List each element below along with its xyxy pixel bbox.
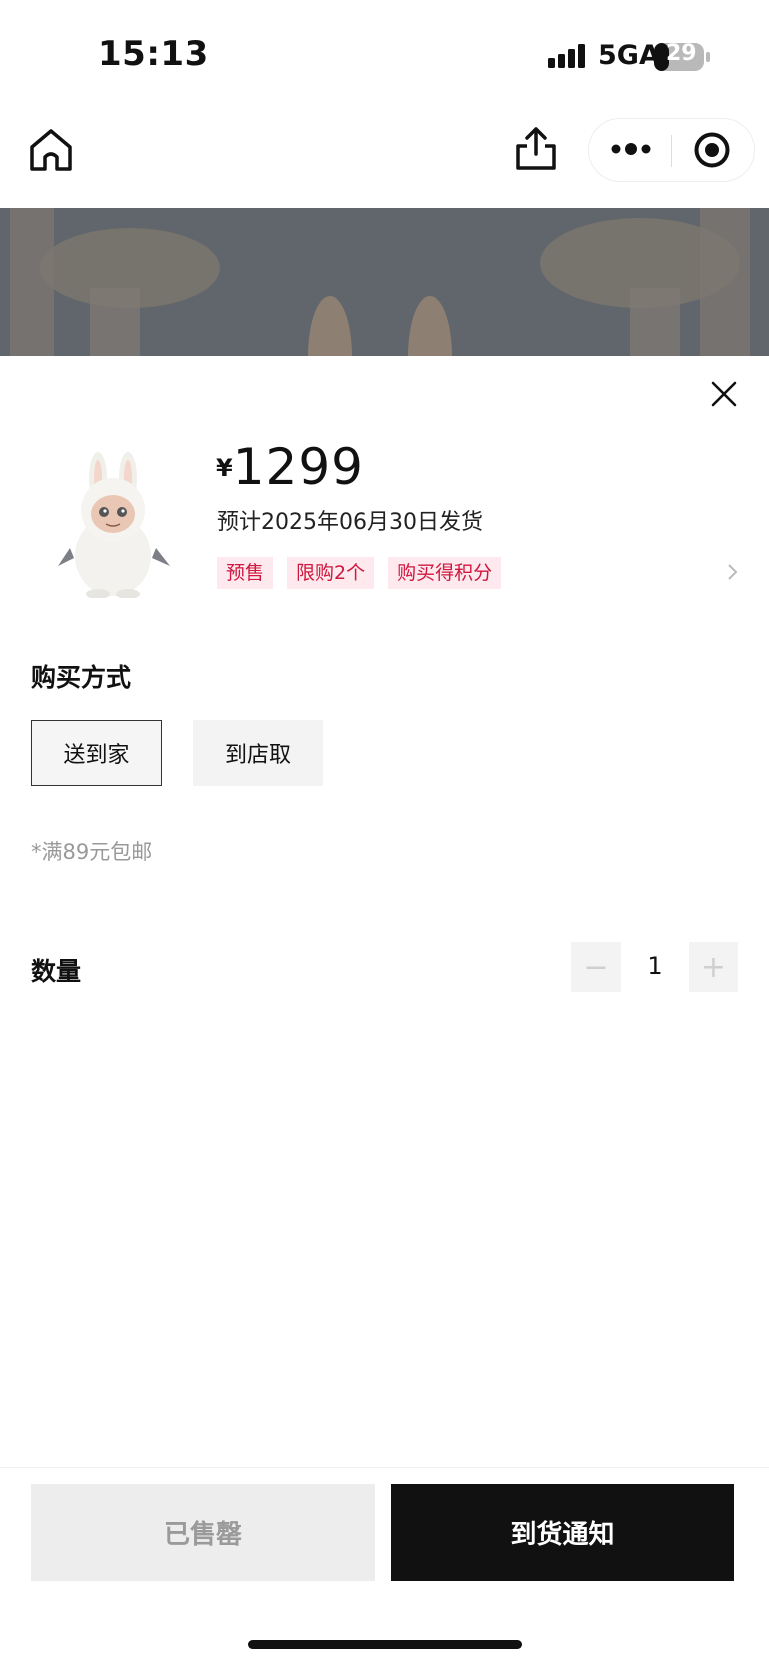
status-bar: 15:13 5GA 29 xyxy=(0,0,769,110)
product-tags: 预售 限购2个 购买得积分 xyxy=(217,557,502,589)
option-store-pickup[interactable]: 到店取 xyxy=(193,720,323,786)
tag-purchase-limit: 限购2个 xyxy=(287,557,375,589)
restock-notify-button[interactable]: 到货通知 xyxy=(391,1484,734,1581)
capsule-divider xyxy=(671,135,672,167)
product-price: ¥1299 xyxy=(216,438,364,496)
price-value: 1299 xyxy=(232,438,364,496)
mini-program-capsule xyxy=(588,118,755,182)
home-indicator[interactable] xyxy=(248,1640,522,1649)
status-time: 15:13 xyxy=(98,34,209,74)
ship-date: 预计2025年06月30日发货 xyxy=(217,510,483,535)
sold-out-button[interactable]: 已售罄 xyxy=(31,1484,375,1581)
quantity-label: 数量 xyxy=(31,957,82,986)
hero-banner-image xyxy=(0,208,769,356)
nav-bar xyxy=(0,110,769,208)
network-label: 5GA xyxy=(598,40,660,71)
quantity-value: 1 xyxy=(647,952,663,980)
signal-icon xyxy=(548,44,585,68)
battery-level: 29 xyxy=(666,41,697,66)
target-icon[interactable] xyxy=(693,131,731,169)
home-icon[interactable] xyxy=(28,127,74,173)
shipping-note: *满89元包邮 xyxy=(31,840,153,864)
purchase-method-title: 购买方式 xyxy=(31,663,132,692)
share-icon[interactable] xyxy=(513,126,559,172)
purchase-sheet: ¥1299 预计2025年06月30日发货 预售 限购2个 购买得积分 购买方式… xyxy=(0,356,769,1665)
quantity-decrease-button[interactable]: − xyxy=(571,942,621,992)
more-icon[interactable] xyxy=(611,139,651,159)
currency-symbol: ¥ xyxy=(216,454,233,482)
option-home-delivery[interactable]: 送到家 xyxy=(31,720,162,786)
footer-divider xyxy=(0,1467,769,1468)
close-icon[interactable] xyxy=(710,380,738,408)
tag-presale: 预售 xyxy=(217,557,274,589)
chevron-right-icon[interactable] xyxy=(726,562,740,582)
tag-points: 购买得积分 xyxy=(388,557,502,589)
product-thumbnail xyxy=(58,452,170,598)
quantity-increase-button[interactable]: + xyxy=(689,942,738,992)
